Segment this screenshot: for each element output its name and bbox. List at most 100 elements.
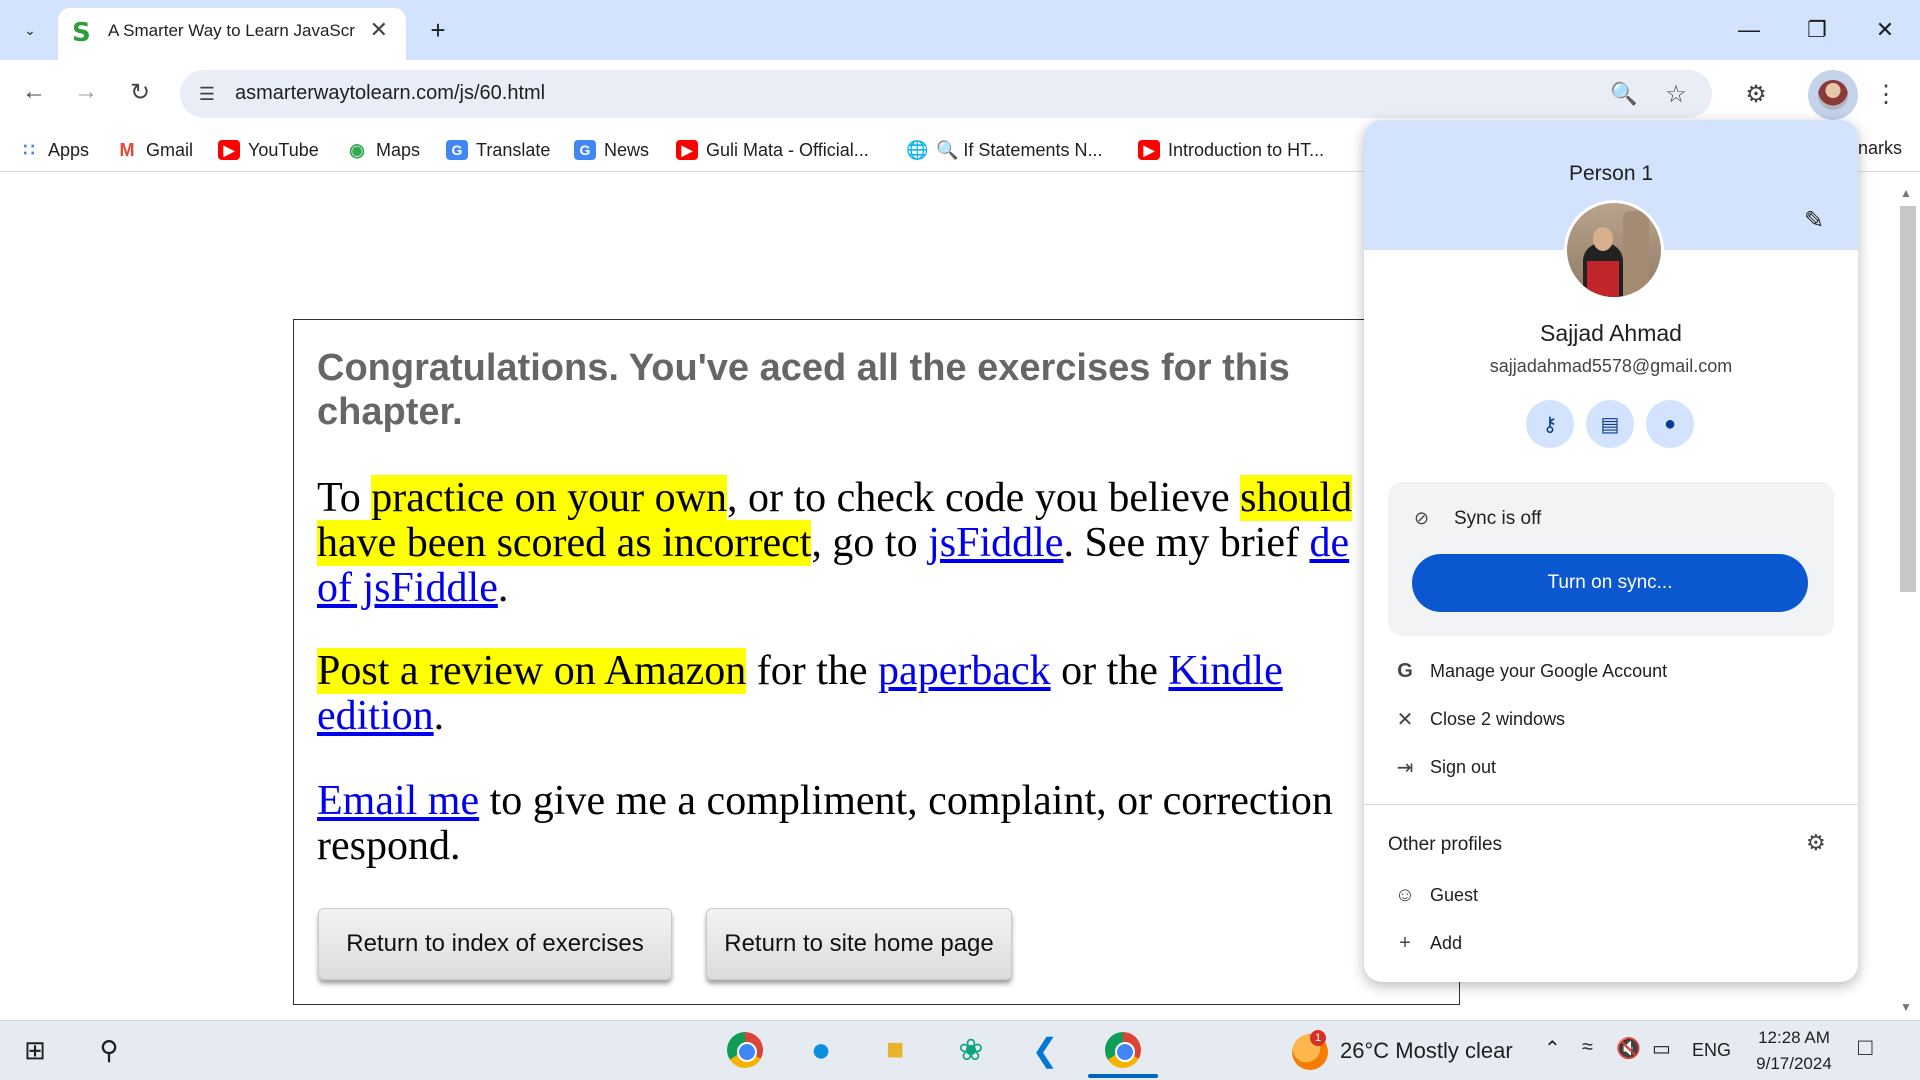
wifi-icon[interactable]: ≈	[1582, 1036, 1593, 1059]
globe-icon: 🌐	[906, 140, 929, 160]
profile-photo	[1564, 200, 1664, 300]
return-home-button[interactable]: Return to site home page	[706, 908, 1012, 980]
bookmark-star-icon[interactable]: ☆	[1660, 78, 1692, 110]
bookmark-gmail[interactable]: M Gmail	[116, 138, 194, 162]
site-favicon-icon: S	[72, 18, 91, 48]
speaker-muted-icon[interactable]: 🔇	[1616, 1036, 1641, 1061]
apps-grid-icon: ∷	[23, 140, 35, 160]
search-button[interactable]: ⚲	[84, 1026, 134, 1074]
close-window-button[interactable]: ✕	[1860, 10, 1910, 50]
all-bookmarks-partial[interactable]: narks	[1858, 138, 1902, 159]
profile-title: Person 1	[1568, 162, 1654, 185]
return-index-button[interactable]: Return to index of exercises	[318, 908, 672, 980]
folder-icon: ■	[885, 1033, 905, 1066]
start-button[interactable]: ⊞	[10, 1026, 60, 1074]
turn-on-sync-button[interactable]: Turn on sync...	[1412, 554, 1808, 612]
profile-avatar-button[interactable]	[1808, 70, 1858, 120]
address-pin-icon[interactable]: ●	[1646, 400, 1694, 448]
add-profile-item[interactable]: + Add	[1364, 920, 1858, 966]
taskbar-file-explorer[interactable]: ■	[870, 1026, 920, 1074]
gear-icon[interactable]: ⚙	[1806, 830, 1826, 856]
battery-icon[interactable]: ▭	[1652, 1036, 1671, 1061]
more-menu-icon[interactable]: ⋮	[1870, 76, 1902, 112]
youtube-icon: ▶	[218, 140, 240, 160]
scroll-up-arrow-icon[interactable]: ▲	[1900, 186, 1912, 200]
paragraph-practice-line1: To practice on your own, or to check cod…	[317, 475, 1353, 521]
email-me-link[interactable]: Email me	[317, 778, 479, 824]
plus-icon: +	[1399, 931, 1411, 954]
back-button[interactable]: ←	[14, 72, 54, 112]
close-icon: ✕	[1396, 708, 1414, 731]
tab-close-icon[interactable]: ✕	[370, 17, 388, 43]
demo-link-cont[interactable]: of jsFiddle	[317, 565, 498, 611]
congrats-heading: Congratulations. You've aced all the exe…	[317, 347, 1290, 433]
tab-search-button[interactable]: ⌄	[12, 12, 48, 48]
taskbar-chatgpt[interactable]: ❀	[946, 1026, 996, 1074]
edit-pencil-icon[interactable]: ✎	[1804, 206, 1824, 235]
sign-out-item[interactable]: ⇥ Sign out	[1364, 744, 1858, 790]
tab-title: A Smarter Way to Learn JavaScr	[108, 21, 355, 40]
translate-icon: G	[446, 140, 468, 160]
active-app-indicator	[1088, 1074, 1158, 1078]
zoom-icon[interactable]: 🔍	[1608, 78, 1640, 110]
vscode-icon: ❮	[1031, 1032, 1059, 1068]
scroll-down-arrow-icon[interactable]: ▼	[1900, 1000, 1912, 1014]
paragraph-practice-line3: of jsFiddle.	[317, 565, 509, 611]
guest-icon: ☺	[1394, 883, 1416, 906]
notifications-icon[interactable]: □	[1858, 1034, 1873, 1062]
reload-button[interactable]: ↻	[120, 72, 160, 112]
gmail-icon: M	[119, 140, 135, 160]
paragraph-email-line1: Email me to give me a compliment, compla…	[317, 778, 1333, 824]
bookmark-maps[interactable]: ◉ Maps	[346, 138, 420, 162]
url-text[interactable]: asmarterwaytolearn.com/js/60.html	[235, 82, 545, 105]
bookmark-youtube[interactable]: ▶ YouTube	[218, 138, 319, 162]
payment-card-icon[interactable]: ▤	[1586, 400, 1634, 448]
edge-icon: ●	[810, 1030, 832, 1069]
minimize-button[interactable]: —	[1724, 10, 1774, 50]
sign-out-icon: ⇥	[1396, 756, 1414, 779]
password-key-icon[interactable]: ⚷	[1526, 400, 1574, 448]
weather-widget[interactable]: 26°C Mostly clear	[1340, 1038, 1513, 1064]
other-profiles-heading: Other profiles	[1388, 834, 1503, 855]
active-tab[interactable]: S A Smarter Way to Learn JavaScr ✕	[58, 8, 406, 60]
bookmark-apps[interactable]: ∷ Apps	[18, 138, 89, 162]
new-tab-button[interactable]: +	[420, 12, 456, 48]
jsfiddle-link[interactable]: jsFiddle	[928, 520, 1063, 566]
bookmark-if-statements[interactable]: 🌐 🔍 If Statements N...	[906, 138, 1102, 162]
chevron-up-icon[interactable]: ⌃	[1544, 1036, 1561, 1061]
paragraph-practice-line2: have been scored as incorrect, go to jsF…	[317, 520, 1350, 566]
site-info-icon[interactable]: ☰	[192, 80, 222, 108]
taskbar-vscode[interactable]: ❮	[1020, 1026, 1070, 1074]
demo-link[interactable]: de	[1310, 520, 1350, 566]
youtube-icon: ▶	[1138, 140, 1160, 160]
bookmark-translate[interactable]: G Translate	[446, 138, 550, 162]
kindle-edition-link[interactable]: edition	[317, 693, 434, 739]
bookmark-news[interactable]: G News	[574, 138, 649, 162]
clock-date[interactable]: 9/17/2024	[1744, 1054, 1844, 1074]
search-icon: ⚲	[99, 1034, 119, 1065]
kindle-link[interactable]: Kindle	[1168, 648, 1282, 694]
scrollbar-thumb[interactable]	[1900, 206, 1916, 592]
sync-status: Sync is off	[1454, 508, 1542, 529]
clock-time[interactable]: 12:28 AM	[1744, 1028, 1844, 1048]
windows-logo-icon: ⊞	[24, 1034, 46, 1065]
google-g-icon: G	[1397, 659, 1413, 682]
manage-account-item[interactable]: G Manage your Google Account	[1364, 648, 1858, 694]
avatar	[1818, 80, 1848, 110]
bookmark-intro-html[interactable]: ▶ Introduction to HT...	[1138, 138, 1324, 162]
paperback-link[interactable]: paperback	[878, 648, 1051, 694]
profile-menu-panel: Person 1 ✎ Sajjad Ahmad sajjadahmad5578@…	[1364, 120, 1858, 982]
guest-profile-item[interactable]: ☺ Guest	[1364, 872, 1858, 918]
forward-button[interactable]: →	[66, 72, 106, 112]
restore-button[interactable]: ❐	[1792, 10, 1842, 50]
taskbar-chrome-active[interactable]	[1098, 1026, 1148, 1074]
close-windows-item[interactable]: ✕ Close 2 windows	[1364, 696, 1858, 742]
language-indicator[interactable]: ENG	[1692, 1040, 1731, 1061]
bookmark-guli-mata[interactable]: ▶ Guli Mata - Official...	[676, 138, 869, 162]
taskbar-chrome-1[interactable]	[720, 1026, 770, 1074]
paragraph-email-line2: respond.	[317, 823, 461, 869]
taskbar-edge[interactable]: ●	[796, 1026, 846, 1074]
weather-badge: 1	[1310, 1030, 1326, 1046]
chrome-icon	[727, 1032, 763, 1068]
extensions-icon[interactable]: ⚙	[1738, 76, 1774, 112]
